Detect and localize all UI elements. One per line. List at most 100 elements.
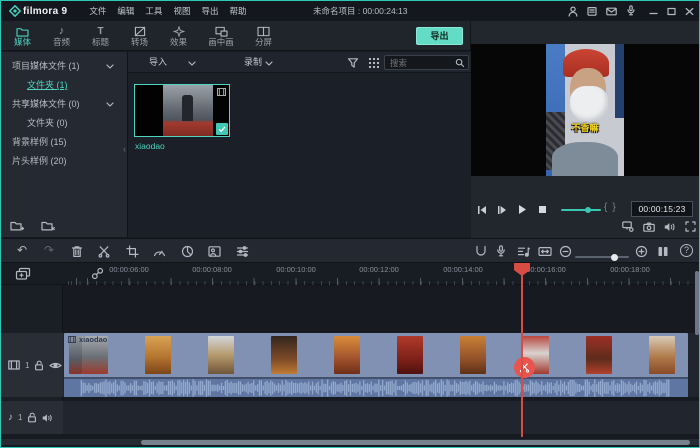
timeline-ruler[interactable]: 00:00:06:00 00:00:08:00 00:00:10:00 00:0… — [63, 263, 699, 285]
menu-view[interactable]: 视图 — [173, 5, 190, 17]
seek-handle[interactable] — [585, 207, 591, 213]
timeline-horizontal-scrollbar[interactable] — [1, 439, 699, 445]
audio-mask-icon[interactable] — [475, 245, 487, 258]
sidebar-item-project-media[interactable]: 项目媒体文件 (1) — [1, 57, 127, 76]
voiceover-mic-button[interactable] — [496, 245, 506, 258]
close-button[interactable] — [685, 7, 694, 16]
account-icon[interactable] — [568, 6, 578, 17]
menu-export[interactable]: 导出 — [201, 5, 218, 17]
record-button[interactable]: 录制 — [244, 52, 262, 73]
record-dropdown-chevron[interactable] — [265, 61, 273, 66]
titlebar: filmora 9 文件 编辑 工具 视图 导出 帮助 未命名项目 : 00:0… — [1, 1, 699, 21]
play-button[interactable] — [517, 204, 527, 215]
timeline-header: 00:00:06:00 00:00:08:00 00:00:10:00 00:0… — [1, 263, 699, 285]
ruler-label: 00:00:10:00 — [268, 265, 324, 274]
crop-button[interactable] — [126, 245, 139, 258]
zoom-in-button[interactable] — [635, 245, 648, 258]
clip-frame-thumbnail — [460, 336, 486, 374]
lock-track-icon[interactable] — [27, 412, 37, 423]
panel-collapse-handle[interactable]: ‹ — [123, 144, 126, 154]
stop-button[interactable] — [538, 205, 547, 214]
seek-slider[interactable] — [561, 209, 601, 211]
video-frame: 不香嘛 — [546, 44, 624, 176]
delete-folder-button[interactable] — [41, 220, 55, 232]
split-clip-button[interactable] — [514, 357, 535, 378]
green-screen-button[interactable] — [208, 245, 221, 258]
tab-media[interactable]: 媒体 — [3, 26, 42, 47]
tab-pip[interactable]: 画中画 — [198, 26, 244, 47]
speed-button[interactable] — [153, 245, 166, 258]
tab-split-screen[interactable]: 分屏 — [244, 26, 283, 47]
menu-file[interactable]: 文件 — [89, 5, 106, 17]
new-folder-button[interactable] — [10, 220, 24, 232]
menu-help[interactable]: 帮助 — [229, 5, 246, 17]
mute-track-icon[interactable] — [42, 413, 53, 423]
media-library-sidebar: 项目媒体文件 (1) 文件夹 (1) 共享媒体文件 (0) 文件夹 (0) 背景… — [1, 52, 128, 237]
snapshot-camera-icon[interactable] — [643, 222, 655, 232]
video-stage: 不香嘛 — [471, 44, 700, 176]
volume-icon[interactable] — [664, 222, 676, 232]
split-scissors-button[interactable] — [98, 245, 110, 258]
sidebar-item-intro-samples[interactable]: 片头样例 (20) — [1, 152, 127, 171]
pip-icon — [215, 26, 228, 37]
mark-out-icon[interactable]: } — [612, 202, 620, 213]
tab-audio[interactable]: ♪ 音频 — [42, 26, 81, 47]
video-track-icon — [8, 360, 20, 370]
timeline-vertical-scrollbar[interactable] — [695, 271, 699, 335]
playhead-line[interactable] — [521, 265, 523, 437]
lock-track-icon[interactable] — [34, 360, 44, 371]
mail-icon[interactable] — [606, 6, 617, 17]
media-clip-thumbnail[interactable] — [134, 84, 230, 137]
timeline-tracks: 1 ♪ 1 xiaodao — [1, 285, 699, 447]
help-button[interactable]: ? — [680, 244, 693, 257]
video-track-number: 1 — [25, 361, 29, 370]
brand-name: filmora 9 — [23, 6, 67, 17]
search-input[interactable] — [388, 57, 455, 69]
dual-monitor-button[interactable] — [657, 245, 669, 258]
menu-edit[interactable]: 编辑 — [117, 5, 134, 17]
menu-tools[interactable]: 工具 — [145, 5, 162, 17]
color-correction-button[interactable] — [181, 245, 194, 258]
timeline-video-clip[interactable]: xiaodao — [64, 333, 688, 397]
grid-view-icon[interactable] — [369, 58, 379, 68]
audio-track-lane[interactable] — [63, 401, 699, 434]
previous-frame-button[interactable] — [477, 205, 487, 215]
advanced-settings-button[interactable] — [236, 245, 249, 258]
tab-titles[interactable]: T 标题 — [81, 26, 120, 47]
export-button[interactable]: 导出 — [416, 27, 463, 45]
next-frame-button[interactable] — [497, 205, 507, 215]
tab-transitions[interactable]: 转场 — [120, 26, 159, 47]
filter-icon[interactable] — [347, 57, 359, 69]
import-dropdown-chevron[interactable] — [188, 61, 196, 66]
clip-preview-image — [163, 85, 213, 136]
clip-name-label: xiaodao — [79, 335, 107, 344]
tab-effects[interactable]: 效果 — [159, 26, 198, 47]
menu-bar: 文件 编辑 工具 视图 导出 帮助 — [89, 5, 246, 17]
sidebar-item-shared-media[interactable]: 共享媒体文件 (0) — [1, 95, 127, 114]
audio-mixer-button[interactable] — [517, 245, 530, 258]
fullscreen-icon[interactable] — [685, 221, 696, 232]
import-button[interactable]: 导入 — [149, 52, 167, 73]
timeline-zoom-handle[interactable] — [611, 254, 618, 261]
delete-button[interactable] — [71, 245, 83, 258]
clip-frame-thumbnail — [271, 336, 297, 374]
sidebar-item-background-samples[interactable]: 背景样例 (15) — [1, 133, 127, 152]
ruler-label: 00:00:06:00 — [101, 265, 157, 274]
sidebar-item-folder-0[interactable]: 文件夹 (0) — [1, 114, 127, 133]
maximize-button[interactable] — [667, 7, 676, 16]
clip-frame-thumbnail — [208, 336, 234, 374]
manage-tracks-button[interactable] — [15, 267, 31, 281]
sidebar-item-folder-1[interactable]: 文件夹 (1) — [1, 76, 127, 95]
zoom-to-fit-button[interactable] — [538, 245, 552, 258]
edit-toolbar: ↶ ↷ ? — [1, 238, 699, 263]
timeline-zoom-slider[interactable] — [575, 256, 629, 258]
zoom-out-button[interactable] — [559, 245, 572, 258]
display-settings-icon[interactable] — [622, 221, 634, 232]
news-icon[interactable] — [587, 6, 597, 17]
minimize-button[interactable] — [649, 7, 658, 16]
toggle-visibility-eye-icon[interactable] — [49, 361, 62, 370]
scrollbar-thumb[interactable] — [141, 440, 690, 445]
undo-button[interactable]: ↶ — [17, 244, 27, 256]
redo-button[interactable]: ↷ — [44, 244, 54, 256]
mic-icon[interactable] — [626, 5, 636, 17]
